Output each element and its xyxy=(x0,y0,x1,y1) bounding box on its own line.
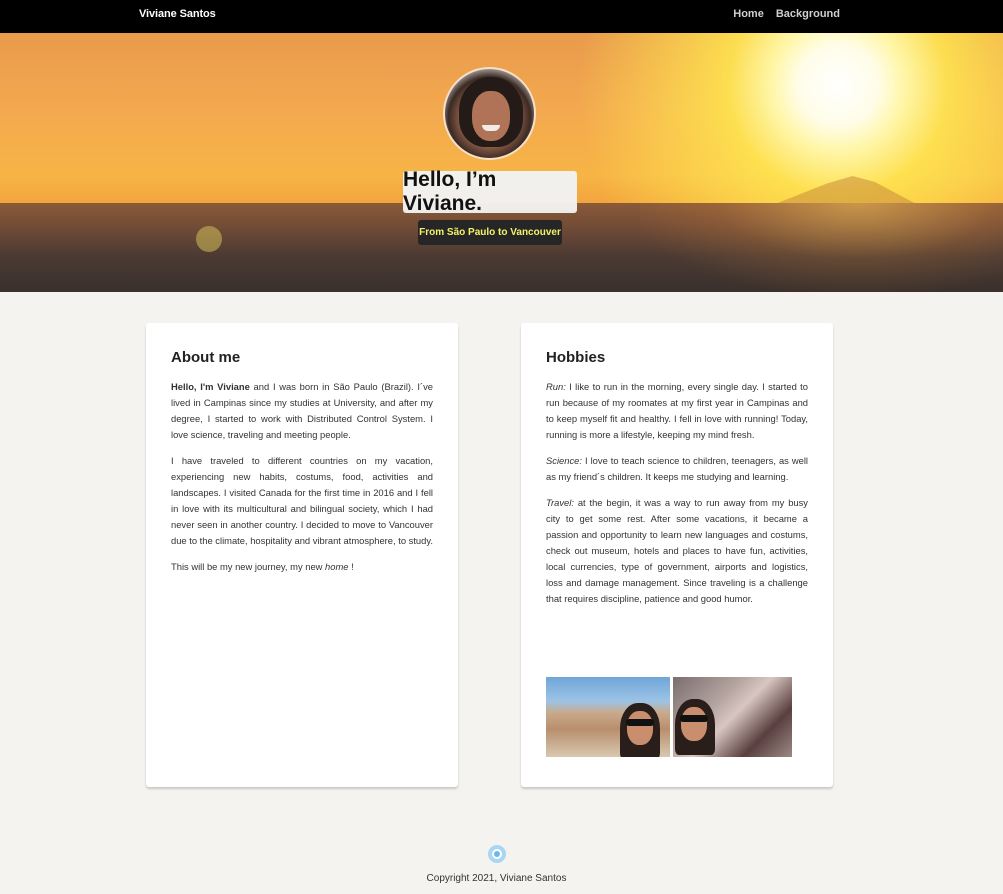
hero-title: Hello, I’m Viviane. xyxy=(403,168,577,215)
nav-links: Home Background xyxy=(733,8,840,20)
about-home-emphasis: home xyxy=(325,561,349,572)
hobby-science: Science: I love to teach science to chil… xyxy=(546,455,808,482)
navbar: Viviane Santos Home Background xyxy=(0,0,1003,33)
copyright-text: Copyright 2021, Viviane Santos xyxy=(426,873,567,884)
hobbies-card: Hobbies Run: I like to run in the mornin… xyxy=(521,323,833,787)
hobby-run: Run: I like to run in the morning, every… xyxy=(546,381,808,440)
hobbies-heading: Hobbies xyxy=(546,349,606,366)
hero-sun-reflection xyxy=(640,203,1003,292)
hero-lens-flare xyxy=(196,226,222,252)
about-paragraph-1: Hello, I'm Viviane and I was born in São… xyxy=(171,379,433,443)
about-paragraph-3: This will be my new journey, my new home… xyxy=(171,561,354,572)
nav-background-link[interactable]: Background xyxy=(776,8,840,20)
nav-home-link[interactable]: Home xyxy=(733,8,764,20)
travel-photo-city xyxy=(546,677,670,757)
brand-link[interactable]: Viviane Santos xyxy=(139,8,216,20)
profile-avatar xyxy=(443,67,536,160)
about-paragraph-2: I have traveled to different countries o… xyxy=(171,455,433,546)
hero-subtitle: From São Paulo to Vancouver xyxy=(418,220,562,245)
hero-banner: Hello, I’m Viviane. From São Paulo to Va… xyxy=(0,33,1003,292)
hobby-photos xyxy=(546,677,792,757)
hero-mountain xyxy=(770,176,920,206)
about-heading: About me xyxy=(171,349,241,366)
about-intro-bold: Hello, I'm Viviane xyxy=(171,381,250,392)
hobby-travel: Travel: at the begin, it was a way to ru… xyxy=(546,497,808,604)
travel-photo-wall xyxy=(673,677,792,757)
footer-logo-icon xyxy=(488,845,506,863)
about-card: About me Hello, I'm Viviane and I was bo… xyxy=(146,323,458,787)
